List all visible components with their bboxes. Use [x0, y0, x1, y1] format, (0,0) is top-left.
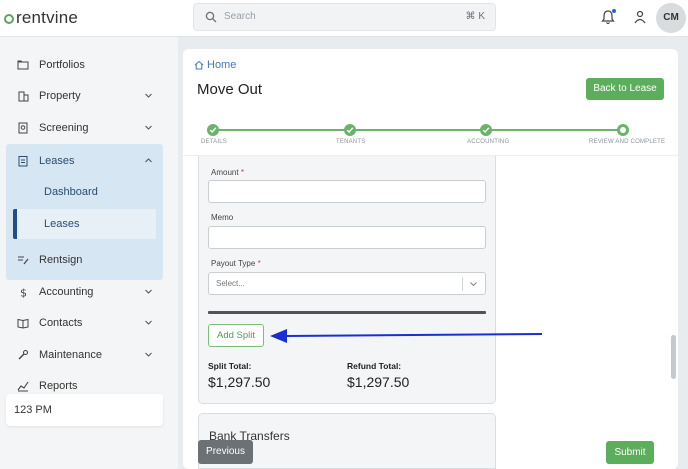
rentvine-logo[interactable]: rentvine	[4, 8, 78, 28]
sidebar-item-label: Screening	[39, 122, 89, 134]
chevron-down-icon	[145, 125, 152, 130]
add-split-button[interactable]: Add Split	[208, 324, 264, 347]
sidebar-subitem-leases[interactable]: Leases	[44, 218, 79, 230]
sidebar-item-accounting[interactable]: $ Accounting	[6, 277, 163, 307]
check-icon	[209, 127, 217, 134]
sidebar-item-label: Reports	[39, 380, 78, 392]
scrollbar-thumb[interactable]	[671, 335, 676, 379]
home-icon	[194, 60, 204, 70]
dollar-icon: $	[20, 287, 27, 299]
payout-type-select[interactable]: Select...	[208, 272, 486, 295]
sidebar-item-leases[interactable]: Leases	[6, 146, 163, 176]
step-label-tenants: TENANTS	[336, 139, 366, 145]
sidebar-item-label: Rentsign	[39, 254, 83, 266]
split-divider	[208, 311, 486, 314]
folders-icon	[17, 60, 29, 70]
step-review-current[interactable]	[617, 124, 629, 136]
refund-total-value: $1,297.50	[347, 374, 410, 390]
signature-icon	[18, 256, 29, 265]
refund-total-label: Refund Total:	[347, 361, 402, 371]
sidebar-item-label: Accounting	[39, 286, 94, 298]
breadcrumb[interactable]: Home	[194, 59, 236, 71]
chevron-down-icon	[145, 93, 152, 98]
sidebar-item-label: Property	[39, 90, 81, 102]
amount-input[interactable]	[208, 180, 486, 203]
notification-badge	[612, 9, 616, 13]
search-icon	[205, 11, 217, 23]
user-avatar[interactable]: CM	[656, 3, 686, 33]
previous-button[interactable]: Previous	[198, 440, 253, 464]
submit-button[interactable]: Submit	[606, 441, 654, 464]
sidebar-subitem-active-indicator	[13, 209, 156, 239]
amount-label: Amount *	[211, 168, 244, 177]
screening-icon	[18, 122, 28, 134]
stepper-progress-line	[212, 129, 623, 131]
sidebar-item-label: Contacts	[39, 317, 83, 329]
sidebar-item-property[interactable]: Property	[6, 81, 163, 111]
step-details-complete[interactable]	[207, 124, 219, 136]
memo-input[interactable]	[208, 226, 486, 249]
split-total-label: Split Total:	[208, 361, 252, 371]
chart-line-icon	[17, 381, 29, 392]
chevron-up-icon	[145, 158, 152, 163]
payout-type-placeholder: Select...	[216, 279, 245, 288]
clipboard-icon	[18, 156, 28, 167]
building-icon	[18, 91, 29, 102]
logo-mark-icon	[4, 14, 14, 24]
memo-label: Memo	[211, 213, 234, 222]
scrollbar-track[interactable]	[670, 156, 676, 440]
company-selector[interactable]: 123 PM	[6, 394, 163, 426]
sidebar-item-screening[interactable]: Screening	[6, 113, 163, 143]
payout-type-label: Payout Type *	[211, 259, 261, 268]
chevron-down-icon	[470, 282, 477, 287]
breadcrumb-home: Home	[207, 59, 237, 71]
annotation-arrow	[270, 329, 543, 343]
step-label-accounting: ACCOUNTING	[467, 139, 510, 145]
wrench-icon	[18, 349, 29, 360]
logo-text: rentvine	[16, 8, 79, 27]
step-accounting-complete[interactable]	[480, 124, 492, 136]
chevron-down-icon	[145, 352, 152, 357]
step-tenants-complete[interactable]	[344, 124, 356, 136]
search-bar[interactable]: Search ⌘ K	[193, 3, 496, 31]
chevron-down-icon	[145, 289, 152, 294]
sidebar-item-maintenance[interactable]: Maintenance	[6, 340, 163, 370]
top-bar: rentvine Search ⌘ K CM	[0, 0, 688, 37]
sidebar-item-rentsign[interactable]: Rentsign	[6, 245, 163, 275]
check-icon	[346, 127, 354, 134]
check-icon	[482, 127, 490, 134]
user-support-icon[interactable]	[633, 10, 647, 24]
sidebar-item-label: Leases	[39, 155, 75, 167]
step-label-details: DETAILS	[201, 139, 227, 145]
svg-text:$: $	[20, 287, 27, 299]
sidebar-item-portfolios[interactable]: Portfolios	[6, 50, 163, 80]
select-separator	[462, 277, 463, 291]
back-to-lease-button[interactable]: Back to Lease	[586, 78, 664, 100]
split-total-value: $1,297.50	[208, 374, 271, 390]
search-placeholder: Search	[224, 11, 256, 22]
sidebar-subitem-dashboard[interactable]: Dashboard	[44, 186, 98, 198]
chevron-down-icon	[145, 320, 152, 325]
step-label-review: REVIEW AND COMPLETE	[589, 139, 666, 145]
page-title: Move Out	[197, 81, 263, 98]
sidebar-item-label: Maintenance	[39, 349, 102, 361]
sidebar-item-label: Portfolios	[39, 59, 85, 71]
sidebar-item-contacts[interactable]: Contacts	[6, 308, 163, 338]
search-shortcut: ⌘ K	[465, 11, 485, 22]
book-icon	[17, 318, 29, 329]
